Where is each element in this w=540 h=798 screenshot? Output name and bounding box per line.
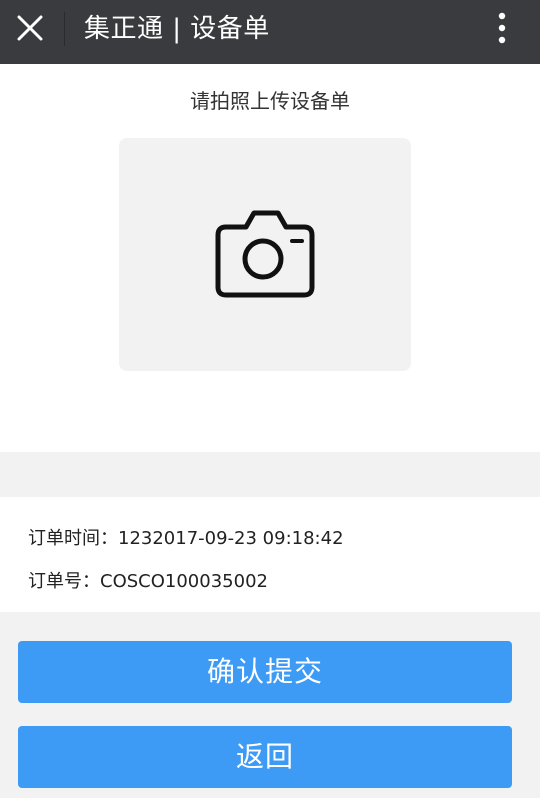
upload-section: 请拍照上传设备单 <box>0 64 540 452</box>
order-number-value: COSCO100035002 <box>100 571 268 592</box>
close-icon <box>16 14 44 46</box>
order-number-row: 订单号：COSCO100035002 <box>28 570 268 594</box>
photo-upload-area[interactable] <box>119 138 411 371</box>
order-time-row: 订单时间：1232017-09-23 09:18:42 <box>28 527 344 551</box>
page-title: 集正通 | 设备单 <box>84 14 270 44</box>
more-vertical-icon <box>498 12 506 48</box>
submit-button[interactable]: 确认提交 <box>18 641 512 703</box>
back-button[interactable]: 返回 <box>18 726 512 788</box>
camera-icon <box>212 205 318 305</box>
title-bar: 集正通 | 设备单 <box>0 0 540 64</box>
order-info: 订单时间：1232017-09-23 09:18:42 订单号：COSCO100… <box>0 497 540 612</box>
upload-prompt: 请拍照上传设备单 <box>190 89 350 113</box>
order-time-value: 1232017-09-23 09:18:42 <box>118 528 344 549</box>
more-button[interactable] <box>480 8 524 52</box>
order-time-label: 订单时间： <box>28 528 118 549</box>
order-number-label: 订单号： <box>28 571 100 592</box>
close-button[interactable] <box>8 8 52 52</box>
title-divider <box>64 12 65 46</box>
